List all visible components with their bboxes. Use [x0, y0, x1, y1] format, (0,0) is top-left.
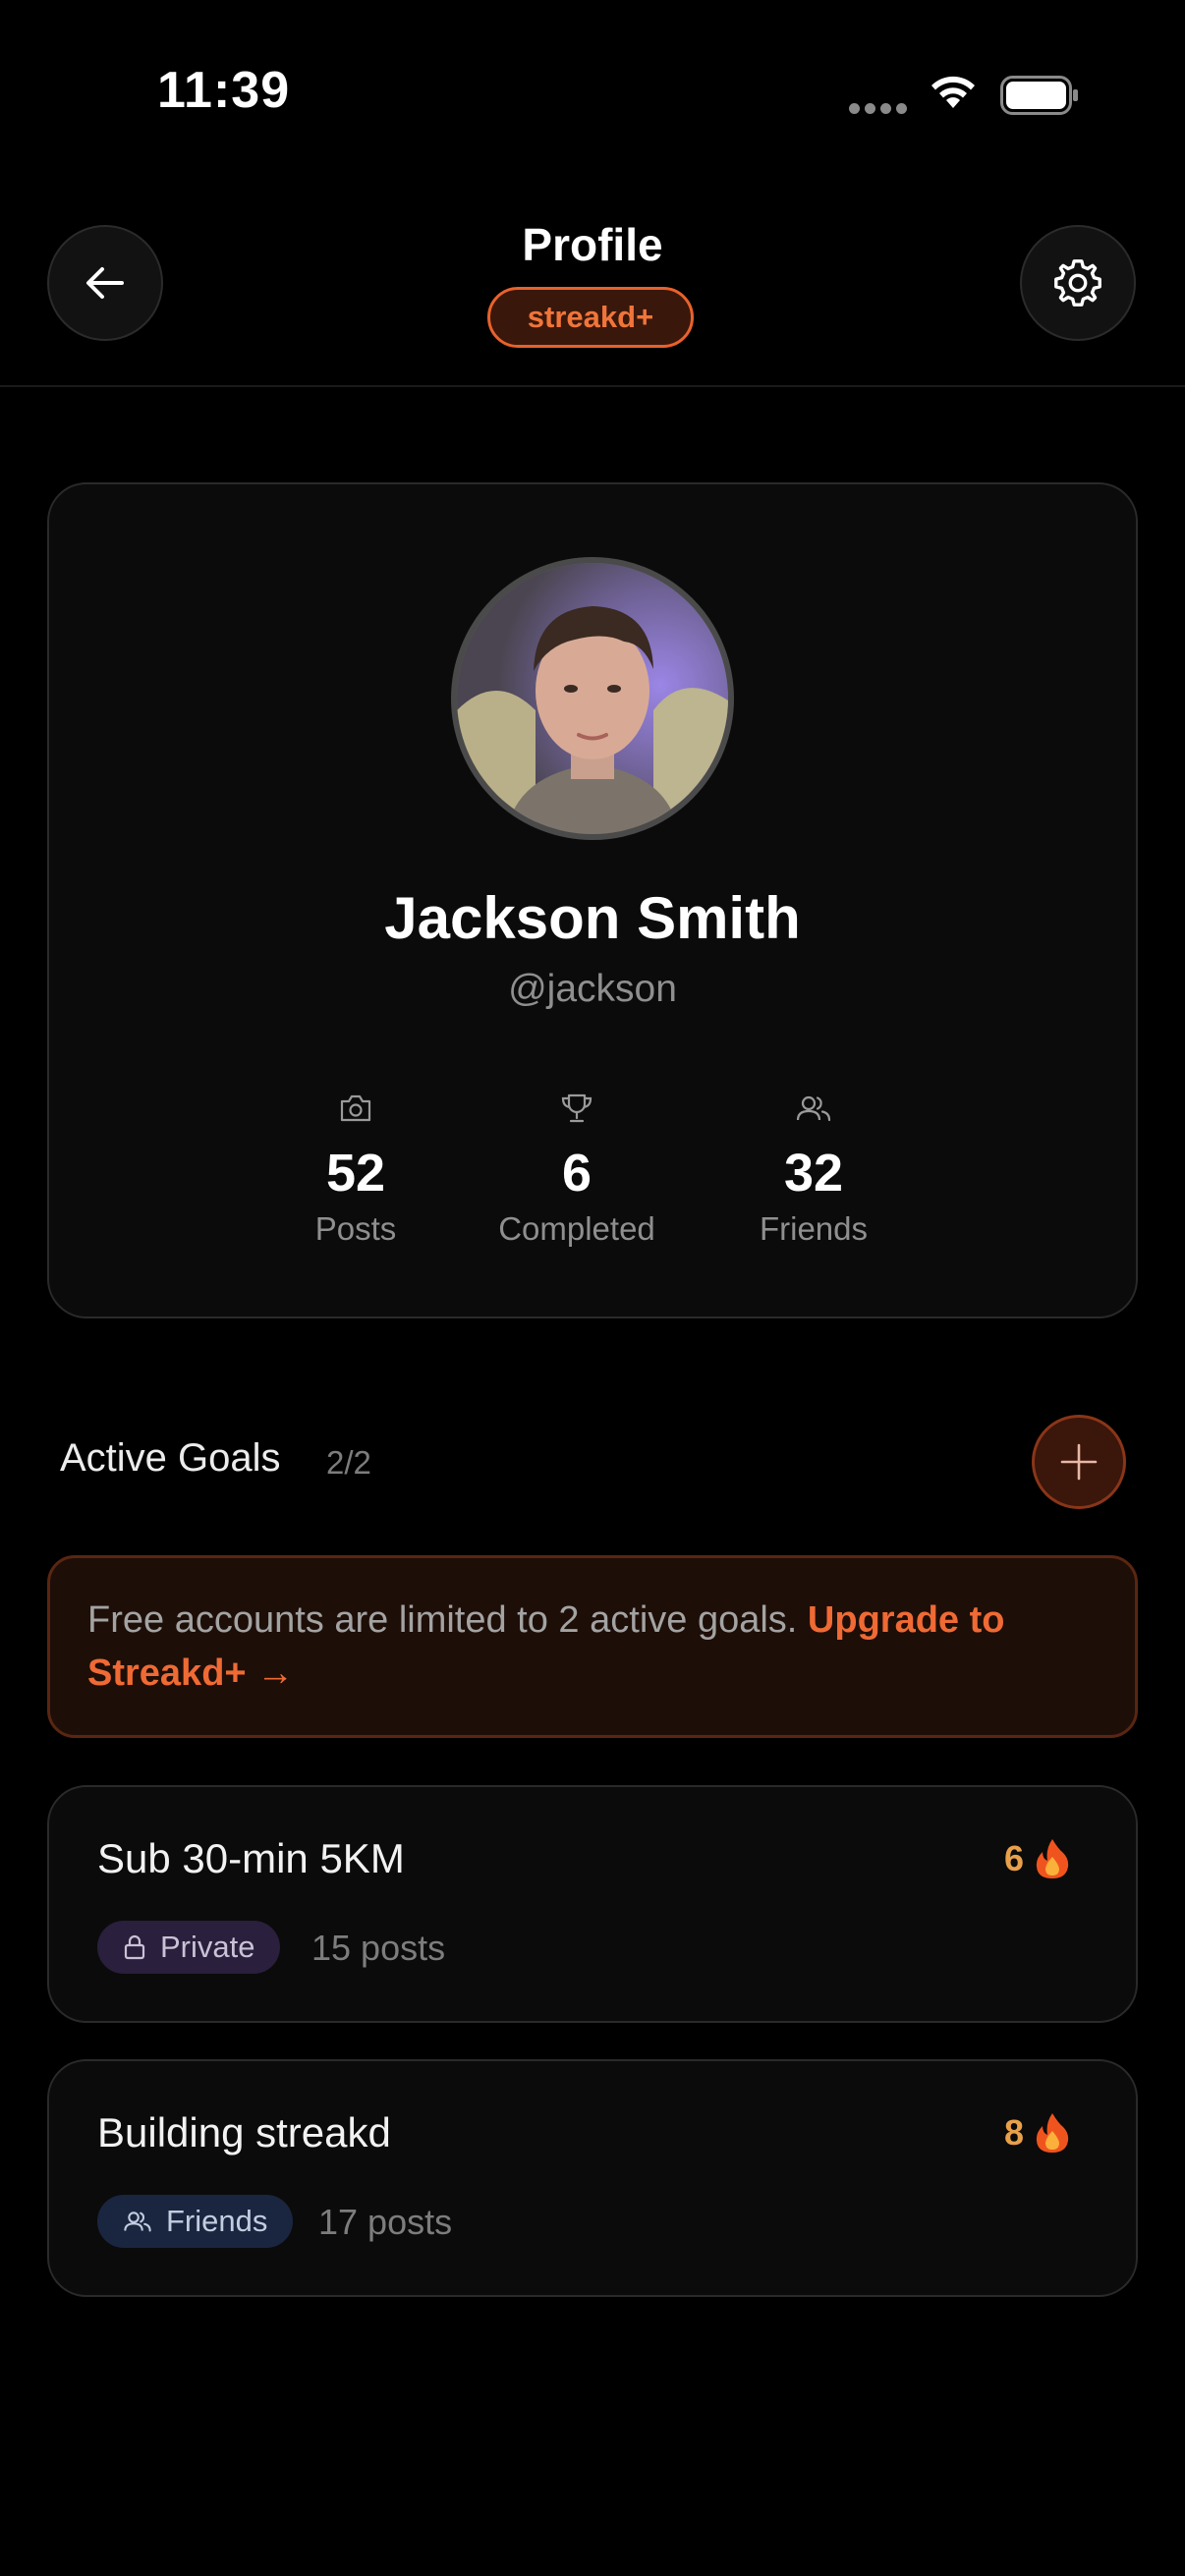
streakd-plus-badge[interactable]: streakd+	[487, 287, 694, 348]
header-divider	[0, 385, 1185, 387]
users-icon	[124, 2212, 151, 2232]
stat-posts-value: 52	[325, 1144, 386, 1203]
goal-streak: 8	[1004, 2111, 1071, 2155]
battery-icon	[1000, 76, 1078, 115]
gear-icon	[1054, 259, 1101, 307]
goal-limit-banner: Free accounts are limited to 2 active go…	[47, 1555, 1138, 1738]
stat-friends[interactable]: 32 Friends	[696, 1091, 931, 1248]
streak-count: 8	[1004, 2112, 1025, 2153]
privacy-badge-private: Private	[97, 1921, 281, 1974]
stat-completed[interactable]: 6 Completed	[459, 1091, 695, 1248]
stat-posts[interactable]: 52 Posts	[238, 1091, 474, 1248]
goal-streak: 6	[1004, 1837, 1071, 1880]
settings-button[interactable]	[1020, 225, 1136, 341]
privacy-label: Private	[160, 1930, 255, 1964]
stat-completed-label: Completed	[498, 1210, 655, 1247]
avatar[interactable]	[451, 557, 734, 840]
fire-icon	[1036, 2113, 1069, 2153]
stat-posts-label: Posts	[314, 1210, 397, 1247]
goal-post-count: 17 posts	[318, 2202, 453, 2242]
wifi-icon	[931, 76, 975, 108]
lock-icon	[124, 1934, 145, 1960]
goal-post-count: 15 posts	[311, 1928, 446, 1968]
goal-card[interactable]	[47, 1785, 1138, 2023]
add-goal-button[interactable]	[1032, 1415, 1126, 1509]
goal-title: Sub 30-min 5KM	[97, 1835, 405, 1881]
cellular-signal-icon	[849, 103, 908, 117]
goal-limit-text: Free accounts are limited to 2 active go…	[87, 1599, 798, 1641]
profile-name: Jackson Smith	[384, 885, 801, 951]
privacy-label: Friends	[166, 2204, 268, 2238]
stat-completed-value: 6	[561, 1144, 592, 1203]
plus-icon	[1060, 1443, 1098, 1481]
page-title: Profile	[522, 219, 663, 270]
avatar-photo	[457, 563, 728, 834]
status-time: 11:39	[157, 62, 291, 119]
users-icon	[796, 1095, 831, 1122]
goal-title: Building streakd	[97, 2109, 391, 2156]
stat-friends-label: Friends	[759, 1210, 869, 1247]
active-goals-count: 2/2	[326, 1444, 371, 1481]
stat-friends-value: 32	[783, 1144, 844, 1203]
privacy-badge-friends: Friends	[97, 2195, 294, 2248]
trophy-icon	[561, 1093, 592, 1123]
active-goals-heading: Active Goals	[60, 1436, 281, 1480]
streak-count: 6	[1004, 1838, 1025, 1878]
goal-card[interactable]	[47, 2059, 1138, 2297]
fire-icon	[1036, 1839, 1069, 1878]
camera-icon	[340, 1094, 371, 1122]
profile-handle: @jackson	[508, 968, 677, 1010]
